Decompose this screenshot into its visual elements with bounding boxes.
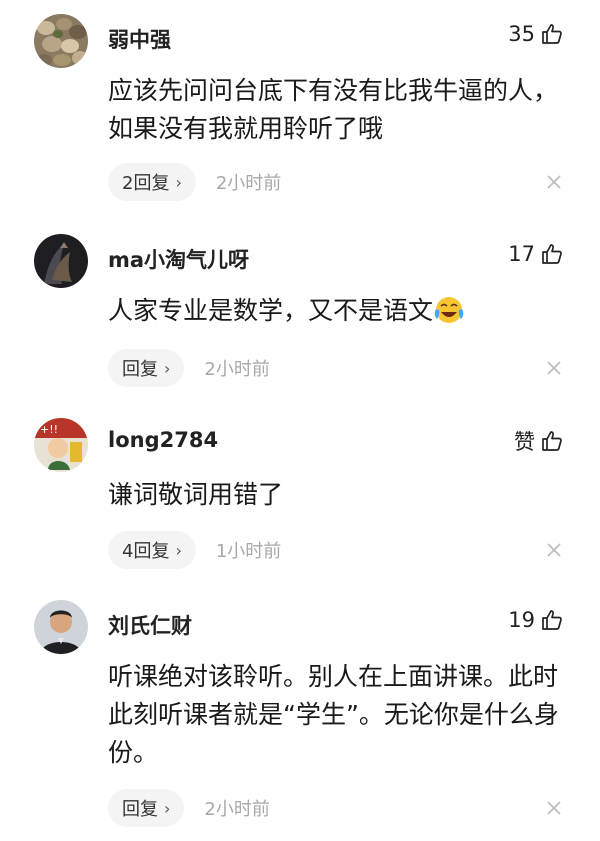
like-button[interactable]: 35 [508,22,564,46]
timestamp: 2小时前 [204,799,270,820]
reply-label: 回复 [122,799,158,820]
dismiss-button[interactable] [546,800,562,816]
like-button[interactable]: 17 [508,242,564,266]
chevron-right-icon: › [164,798,171,818]
timestamp: 1小时前 [215,541,282,562]
dark-portrait-avatar-icon [34,234,88,288]
pebbles-avatar-icon [34,14,88,68]
dismiss-button[interactable] [546,360,562,376]
avatar[interactable] [34,14,88,68]
comment-text: 听课绝对该聆听。别人在上面讲课。此时此刻听课者就是“学生”。无论你是什么身份。 [108,662,559,767]
dismiss-button[interactable] [546,542,562,558]
comment-meta: 回复 › 2小时前 [108,349,270,387]
avatar[interactable] [34,234,88,288]
like-button[interactable]: 赞 [514,426,564,456]
timestamp: 2小时前 [215,173,282,194]
like-button[interactable]: 19 [508,608,564,632]
comment-item: ma小淘气儿呀 17 人家专业是数学，又不是语文 回复 › 2小时前 [0,234,600,404]
reply-button[interactable]: 2回复 › [108,163,196,201]
thumbs-up-icon [542,244,562,264]
reply-label: 回复 [122,359,158,380]
chevron-right-icon: › [164,358,171,378]
comment-item: +!! long2784 赞 谦词敬词用错了 4回复 › 1小时前 [0,418,600,578]
avatar[interactable] [34,600,88,654]
reply-label: 4回复 [122,541,170,562]
comment-item: 弱中强 35 应该先问问台底下有没有比我牛逼的人，如果没有我就用聆听了哦 2回复… [0,14,600,224]
dismiss-button[interactable] [546,174,562,190]
comment-meta: 2回复 › 2小时前 [108,163,281,201]
comment-text: 应该先问问台底下有没有比我牛逼的人，如果没有我就用聆听了哦 [108,76,559,143]
close-icon [547,543,561,557]
reply-label: 2回复 [122,173,170,194]
reply-button[interactable]: 回复 › [108,349,185,387]
thumbs-up-icon [542,24,562,44]
username[interactable]: ma小淘气儿呀 [108,244,249,274]
close-icon [547,361,561,375]
comment-item: 刘氏仁财 19 听课绝对该聆听。别人在上面讲课。此时此刻听课者就是“学生”。无论… [0,600,600,840]
close-icon [547,801,561,815]
thumbs-up-icon [542,610,562,630]
crying-laughing-emoji-icon [434,297,464,323]
chevron-right-icon: › [175,172,182,192]
avatar[interactable]: +!! [34,418,88,472]
close-icon [547,175,561,189]
comment-meta: 4回复 › 1小时前 [108,531,281,569]
thumbs-up-icon [542,431,562,451]
username[interactable]: long2784 [108,428,218,452]
comment-meta: 回复 › 2小时前 [108,789,270,827]
username[interactable]: 弱中强 [108,24,171,54]
like-count: 17 [508,242,535,266]
reply-button[interactable]: 回复 › [108,789,185,827]
username[interactable]: 刘氏仁财 [108,610,192,640]
like-count: 赞 [514,430,535,454]
comment-text: 人家专业是数学，又不是语文 [108,292,568,330]
like-count: 19 [508,608,535,632]
reply-button[interactable]: 4回复 › [108,531,196,569]
comment-text: 谦词敬词用错了 [108,480,284,509]
comment-text-content: 人家专业是数学，又不是语文 [108,296,434,325]
timestamp: 2小时前 [204,359,270,380]
svg-text:+!!: +!! [40,423,58,436]
chevron-right-icon: › [175,540,182,560]
man-portrait-avatar-icon [34,600,88,654]
cartoon-avatar-icon: +!! [34,418,88,472]
like-count: 35 [508,22,535,46]
